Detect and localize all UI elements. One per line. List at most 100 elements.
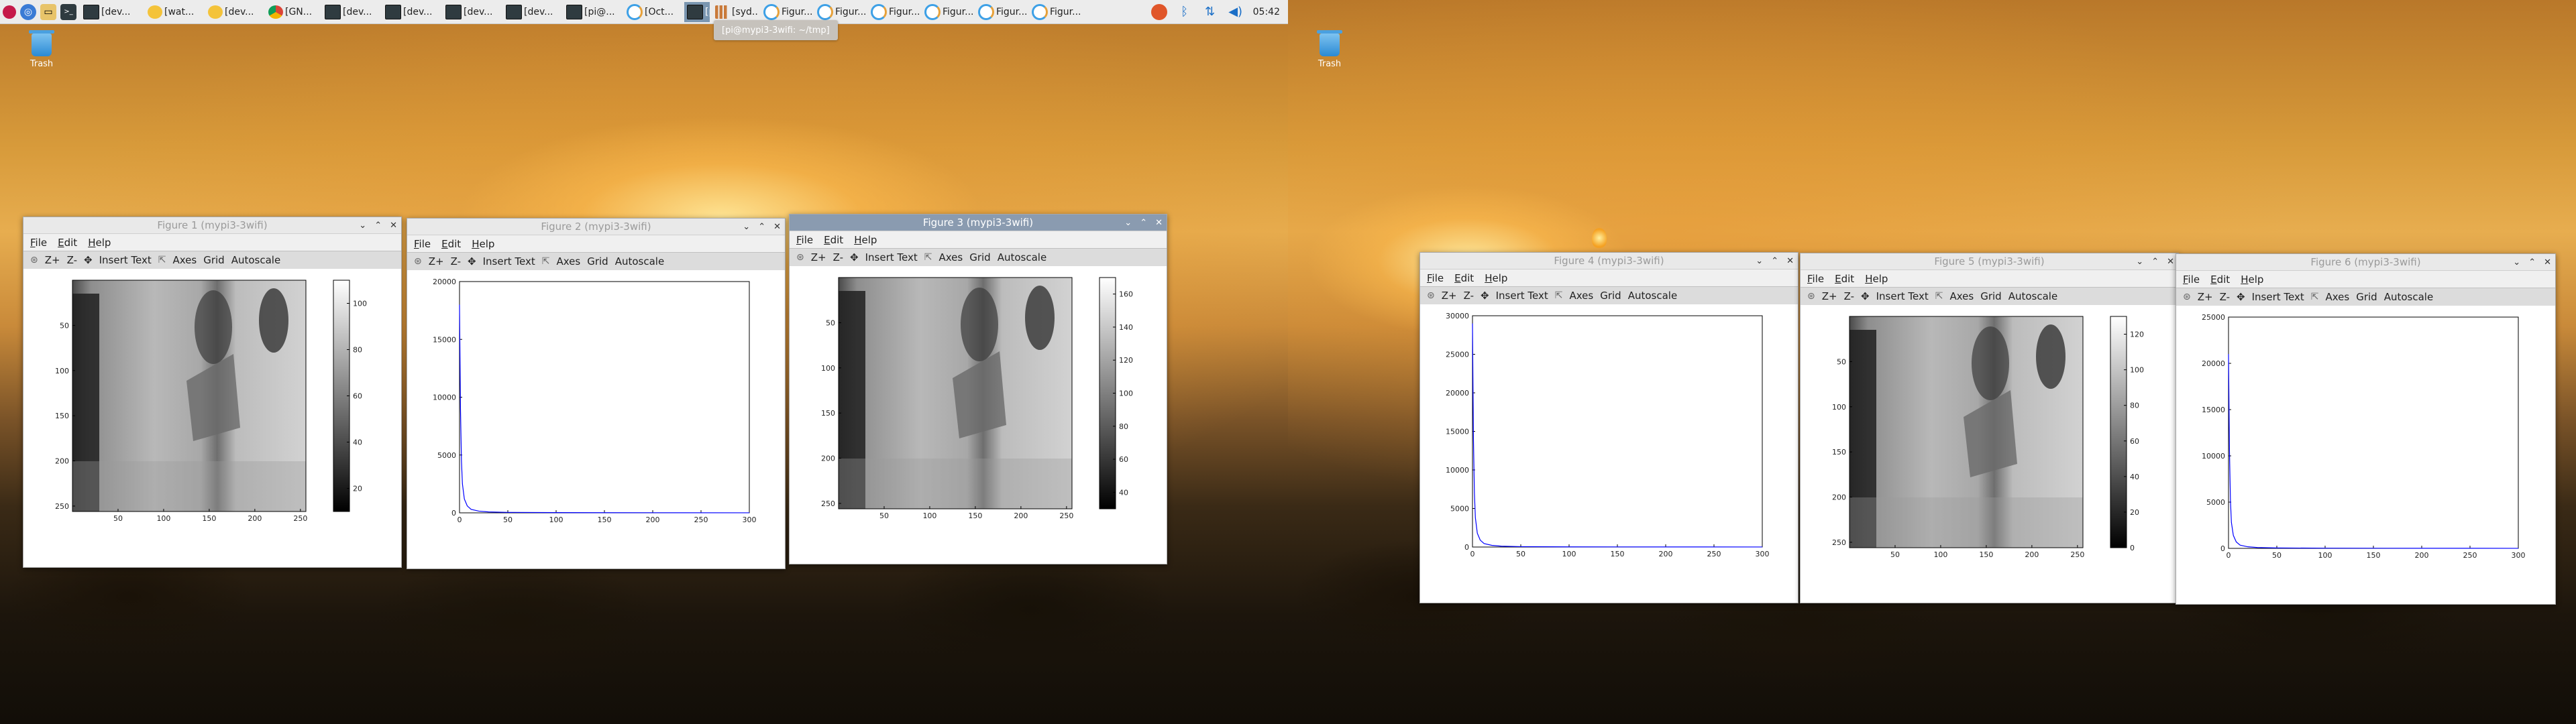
figure-window[interactable]: Figure 2 (mypi3-3wifi) ⌄ ⌃ ✕ File Edit Help ⊛ Z+… [407,218,786,569]
menu-file[interactable]: File [2183,274,2200,286]
taskbar-button[interactable]: [syd... [712,2,758,22]
menu-help[interactable]: Help [854,234,877,246]
insert-text-button[interactable]: Insert Text [483,255,535,267]
select-pointer-icon[interactable]: ⇱ [158,255,166,265]
minimize-icon[interactable]: ⌄ [1124,218,1132,228]
close-icon[interactable]: ✕ [2544,257,2551,267]
autoscale-button[interactable]: Autoscale [1628,290,1677,302]
plot-canvas[interactable]: 50 100 150 200 250 50 100 150 200 250 40 60 80 100 120… [790,266,1165,562]
select-pointer-icon[interactable]: ⇱ [1555,290,1563,301]
menu-file[interactable]: File [30,237,47,249]
window-titlebar[interactable]: Figure 2 (mypi3-3wifi) ⌄ ⌃ ✕ [407,219,785,235]
menu-help[interactable]: Help [2241,274,2263,286]
menu-file[interactable]: File [796,234,813,246]
plot-canvas[interactable]: 50 100 150 200 250 50 100 150 200 250 20 40 60 80 100 [23,269,400,566]
axes-button[interactable]: Axes [1569,290,1593,302]
autoscale-button[interactable]: Autoscale [998,251,1046,263]
reset-view-icon[interactable]: ⊛ [1807,291,1815,302]
maximize-icon[interactable]: ⌃ [2151,257,2159,267]
autoscale-button[interactable]: Autoscale [2008,290,2057,302]
trash-desktop-icon[interactable]: Trash [1306,30,1353,69]
taskbar-button[interactable]: Figur... [975,2,1026,22]
plot-canvas[interactable]: 50 100 150 200 250 50 100 150 200 250 0 20 40 60 80 100… [1801,305,2177,601]
pan-icon[interactable]: ✥ [2237,291,2245,303]
taskbar-button[interactable]: [dev... [322,2,380,22]
trash-desktop-icon[interactable]: Trash [18,30,65,69]
web-browser-icon[interactable]: ◎ [20,3,36,20]
autoscale-button[interactable]: Autoscale [615,255,664,267]
maximize-icon[interactable]: ⌃ [374,221,382,231]
pan-icon[interactable]: ✥ [1481,290,1489,302]
grid-button[interactable]: Grid [587,255,608,267]
image-plot[interactable] [839,278,1072,509]
taskbar-button[interactable]: Figur... [1029,2,1080,22]
maximize-icon[interactable]: ⌃ [758,222,765,232]
menu-file[interactable]: File [1427,272,1444,284]
reset-view-icon[interactable]: ⊛ [2183,292,2191,302]
minimize-icon[interactable]: ⌄ [1756,256,1763,266]
zoom-in-button[interactable]: Z+ [429,255,444,267]
reset-view-icon[interactable]: ⊛ [1427,290,1435,301]
menu-edit[interactable]: Edit [2210,274,2230,286]
zoom-in-button[interactable]: Z+ [1822,290,1837,302]
axes-button[interactable]: Axes [172,254,197,266]
minimize-icon[interactable]: ⌄ [2136,257,2143,267]
grid-button[interactable]: Grid [203,254,224,266]
plot-canvas[interactable]: 0 50 100 150 200 250 300 0 5000 10000 15000 20000 [407,270,784,567]
axes-button[interactable]: Axes [938,251,963,263]
maximize-icon[interactable]: ⌃ [1140,218,1147,228]
pan-icon[interactable]: ✥ [468,255,476,267]
clock[interactable]: 05:42 [1253,7,1280,17]
minimize-icon[interactable]: ⌄ [359,221,366,231]
axes-button[interactable]: Axes [2325,291,2349,303]
zoom-out-button[interactable]: Z- [67,254,77,266]
figure-window[interactable]: Figure 6 (mypi3-3wifi) ⌄ ⌃ ✕ File Edit Help ⊛ Z+… [2176,253,2556,605]
image-plot[interactable] [72,280,306,511]
taskbar-button[interactable]: [pi@... [564,2,621,22]
menu-help[interactable]: Help [1485,272,1507,284]
zoom-in-button[interactable]: Z+ [45,254,60,266]
grid-button[interactable]: Grid [1600,290,1621,302]
minimize-icon[interactable]: ⌄ [2513,257,2520,267]
grid-button[interactable]: Grid [1980,290,2001,302]
menu-help[interactable]: Help [1865,273,1888,285]
window-titlebar[interactable]: Figure 4 (mypi3-3wifi) ⌄ ⌃ ✕ [1420,253,1798,269]
select-pointer-icon[interactable]: ⇱ [2311,292,2319,302]
axes-button[interactable]: Axes [1949,290,1974,302]
figure-window[interactable]: Figure 5 (mypi3-3wifi) ⌄ ⌃ ✕ File Edit Help ⊛ Z+… [1800,253,2179,603]
pan-icon[interactable]: ✥ [1861,290,1870,302]
pan-icon[interactable]: ✥ [850,251,859,263]
menu-help[interactable]: Help [472,238,494,250]
taskbar-button[interactable]: [pi@... [684,1,710,22]
grid-button[interactable]: Grid [969,251,990,263]
reset-view-icon[interactable]: ⊛ [414,256,422,267]
select-pointer-icon[interactable]: ⇱ [924,252,932,263]
plot-canvas[interactable]: 0 50 100 150 200 250 300 0 5000 10000 15000 20000 25… [2176,306,2554,603]
taskbar-button[interactable]: [dev... [382,2,440,22]
taskbar-button[interactable]: [dev... [80,2,142,22]
taskbar-button[interactable]: [GN... [266,2,319,22]
taskbar-button[interactable]: Figur... [814,2,865,22]
taskbar-button[interactable]: Figur... [868,2,919,22]
figure-window[interactable]: Figure 1 (mypi3-3wifi) ⌄ ⌃ ✕ File Edit Help ⊛ Z+… [23,217,402,568]
select-pointer-icon[interactable]: ⇱ [542,256,550,267]
plot-canvas[interactable]: 0 50 100 150 200 250 300 0 5000 10000 15000 20000 25… [1420,304,1796,601]
close-icon[interactable]: ✕ [2167,257,2174,267]
menu-edit[interactable]: Edit [1835,273,1854,285]
close-icon[interactable]: ✕ [1786,256,1794,266]
autoscale-button[interactable]: Autoscale [2384,291,2433,303]
window-titlebar[interactable]: Figure 5 (mypi3-3wifi) ⌄ ⌃ ✕ [1801,253,2178,270]
raspberry-menu-icon[interactable] [3,5,16,19]
menu-edit[interactable]: Edit [824,234,843,246]
menu-file[interactable]: File [414,238,431,250]
taskbar-button[interactable]: [dev... [443,2,500,22]
zoom-in-button[interactable]: Z+ [811,251,826,263]
zoom-out-button[interactable]: Z- [1464,290,1474,302]
close-icon[interactable]: ✕ [1155,218,1163,228]
zoom-out-button[interactable]: Z- [2220,291,2230,303]
reset-view-icon[interactable]: ⊛ [796,252,804,263]
menu-edit[interactable]: Edit [1454,272,1474,284]
zoom-out-button[interactable]: Z- [1844,290,1854,302]
taskbar-button[interactable]: [dev... [503,2,561,22]
zoom-out-button[interactable]: Z- [451,255,461,267]
